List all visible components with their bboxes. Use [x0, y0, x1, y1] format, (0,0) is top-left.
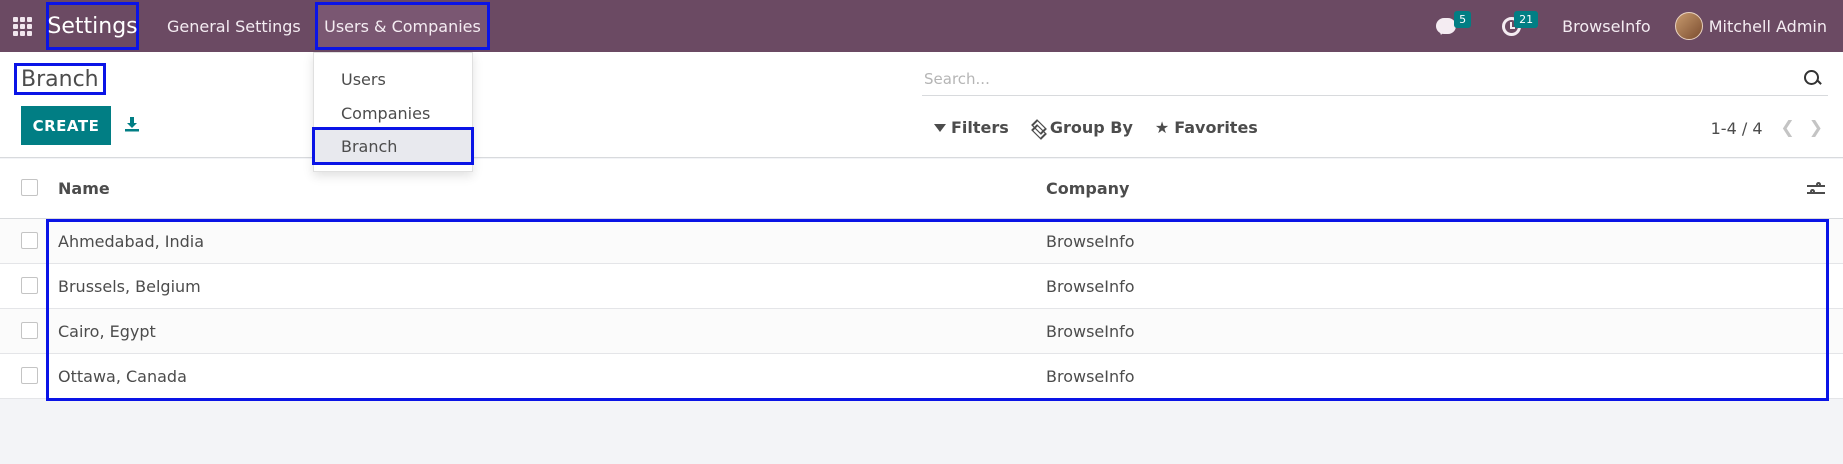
row-checkbox[interactable] — [21, 322, 38, 339]
branch-company: BrowseInfo — [1046, 321, 1135, 341]
branch-name: Ahmedabad, India — [58, 231, 205, 251]
activities-badge: 21 — [1514, 11, 1539, 28]
activities-button[interactable]: 21 — [1476, 0, 1546, 52]
layers-icon — [1031, 122, 1045, 134]
top-navbar: Settings General Settings Users & Compan… — [0, 0, 1843, 52]
dropdown-item-companies[interactable]: Companies — [314, 97, 472, 129]
pager: 1-4 / 4 ❮ ❯ — [1711, 118, 1823, 138]
table-row[interactable]: Ahmedabad, India BrowseInfo — [0, 219, 1843, 264]
branch-name: Ottawa, Canada — [58, 366, 187, 386]
filters-label: Filters — [951, 118, 1009, 137]
users-companies-dropdown: Users Companies Branch — [312, 52, 474, 172]
row-checkbox[interactable] — [21, 277, 38, 294]
search-bar — [922, 62, 1828, 96]
column-header-name[interactable]: Name — [58, 179, 110, 198]
dropdown-item-branch[interactable]: Branch — [312, 127, 474, 165]
control-panel: Branch CREATE Filters Group By ★ Favorit… — [0, 52, 1843, 158]
search-icon[interactable] — [1804, 69, 1822, 88]
branch-company: BrowseInfo — [1046, 366, 1135, 386]
avatar — [1674, 12, 1703, 40]
list-body: Ahmedabad, India BrowseInfo Brussels, Be… — [0, 219, 1843, 399]
column-header-company[interactable]: Company — [1046, 179, 1129, 198]
row-checkbox[interactable] — [21, 232, 38, 249]
chevron-right-icon[interactable]: ❯ — [1809, 118, 1823, 138]
table-row[interactable]: Brussels, Belgium BrowseInfo — [0, 264, 1843, 309]
pager-value[interactable]: 1-4 / 4 — [1711, 119, 1763, 138]
messages-button[interactable]: 5 — [1416, 0, 1476, 52]
apps-grid-icon — [12, 16, 32, 36]
list-header: Name Company — [0, 159, 1843, 219]
star-icon: ★ — [1154, 118, 1170, 137]
user-name: Mitchell Admin — [1708, 16, 1827, 36]
table-row[interactable]: Ottawa, Canada BrowseInfo — [0, 354, 1843, 399]
row-checkbox[interactable] — [21, 367, 38, 384]
dropdown-item-users[interactable]: Users — [314, 63, 472, 95]
group-by-button[interactable]: Group By — [1031, 118, 1133, 137]
favorites-button[interactable]: ★ Favorites — [1155, 118, 1258, 137]
branch-name: Brussels, Belgium — [58, 276, 201, 296]
company-name: BrowseInfo — [1562, 16, 1651, 36]
apps-menu-button[interactable] — [0, 0, 44, 52]
favorites-label: Favorites — [1174, 118, 1258, 137]
messages-badge: 5 — [1454, 11, 1472, 28]
search-options: Filters Group By ★ Favorites — [934, 118, 1258, 137]
systray: 5 21 BrowseInfo Mitchell Admin — [1416, 0, 1843, 52]
breadcrumb: Branch — [14, 63, 106, 95]
menu-users-companies[interactable]: Users & Companies — [315, 2, 490, 50]
user-menu[interactable]: Mitchell Admin — [1665, 0, 1843, 52]
group-by-label: Group By — [1049, 118, 1133, 137]
create-button[interactable]: CREATE — [21, 106, 111, 145]
filters-button[interactable]: Filters — [934, 118, 1009, 137]
filter-icon — [934, 123, 946, 132]
search-input[interactable] — [922, 63, 1804, 94]
list-view: Name Company Ahmedabad, India BrowseInfo… — [0, 159, 1843, 401]
chat-icon — [1436, 18, 1457, 35]
optional-columns-icon[interactable] — [1807, 181, 1825, 196]
select-all-checkbox[interactable] — [21, 179, 38, 196]
chevron-left-icon[interactable]: ❮ — [1781, 118, 1795, 138]
app-name[interactable]: Settings — [46, 2, 139, 50]
branch-company: BrowseInfo — [1046, 231, 1135, 251]
table-row[interactable]: Cairo, Egypt BrowseInfo — [0, 309, 1843, 354]
branch-company: BrowseInfo — [1046, 276, 1135, 296]
branch-name: Cairo, Egypt — [58, 321, 156, 341]
download-icon[interactable] — [124, 116, 140, 132]
menu-general-settings[interactable]: General Settings — [167, 0, 301, 52]
company-switcher[interactable]: BrowseInfo — [1546, 0, 1665, 52]
